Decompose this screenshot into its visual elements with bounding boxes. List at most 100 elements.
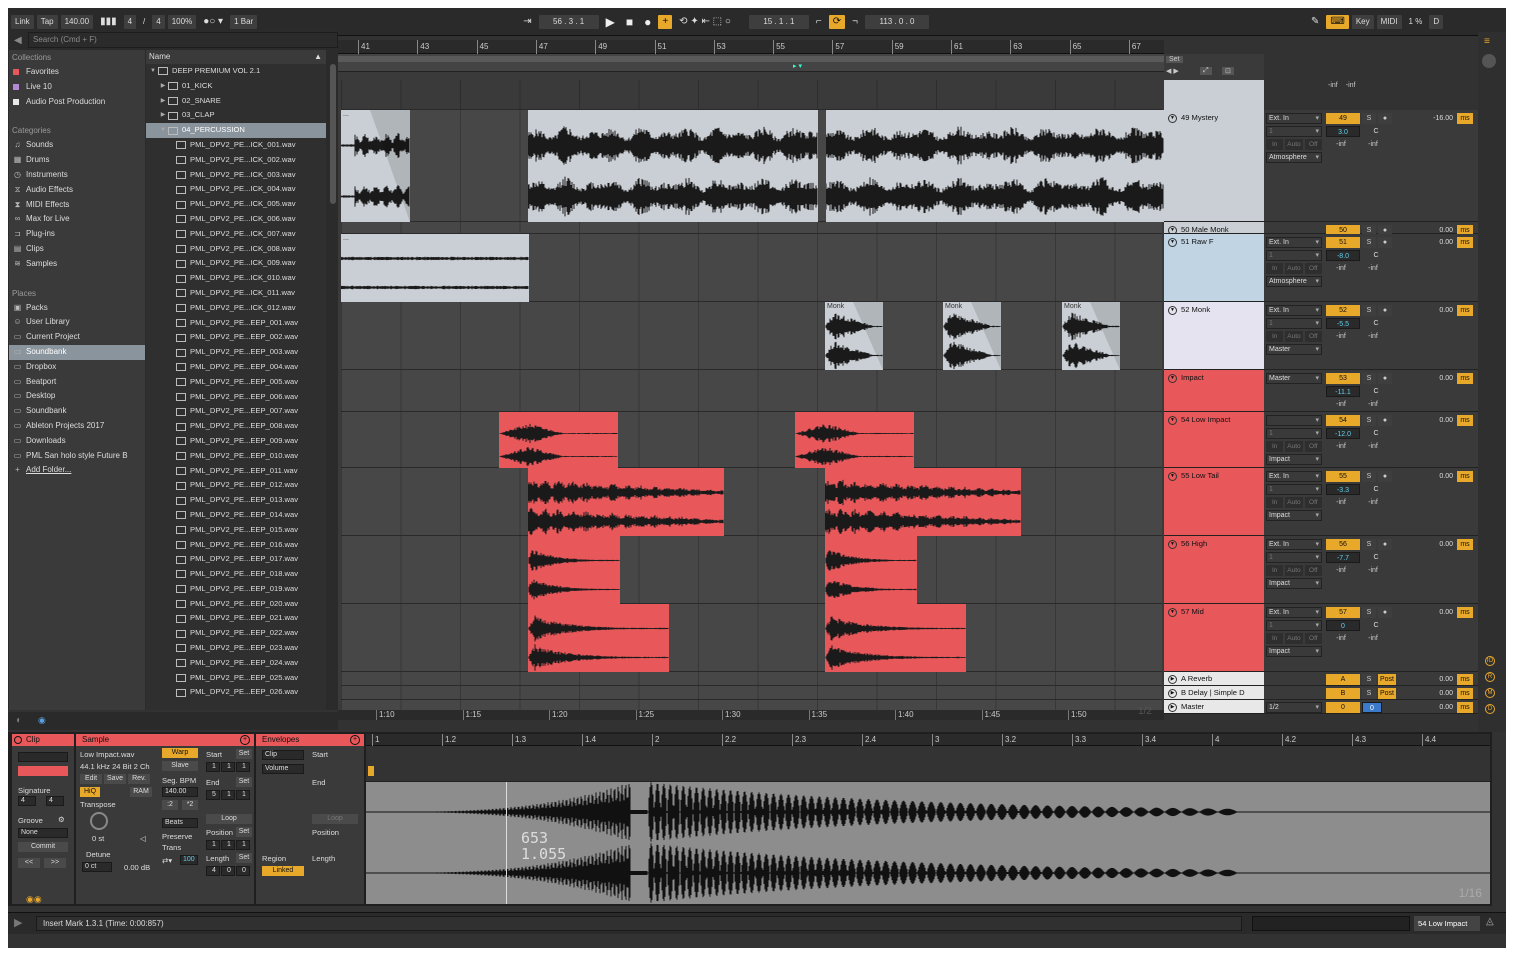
input-type-select[interactable]: Ext. In <box>1266 237 1322 248</box>
file-item[interactable]: PML_DPV2_PE...EEP_019.wav <box>146 582 326 597</box>
length-field-2[interactable]: 0 <box>236 866 250 876</box>
output-select[interactable]: Impact <box>1266 454 1322 465</box>
file-item[interactable]: PML_DPV2_PE...ICK_003.wav <box>146 168 326 183</box>
warp-mode-select[interactable]: Beats <box>162 818 198 828</box>
place-item[interactable]: ▣ Packs <box>9 301 145 316</box>
tree-folder-item[interactable]: ▼ 04_PERCUSSION <box>146 123 326 138</box>
file-item[interactable]: PML_DPV2_PE...EEP_010.wav <box>146 449 326 464</box>
pan-field[interactable]: C <box>1362 484 1390 495</box>
file-item[interactable]: PML_DPV2_PE...EEP_008.wav <box>146 419 326 434</box>
slave-button[interactable]: Slave <box>162 761 198 771</box>
arm-button-icon[interactable]: ● <box>1378 237 1392 248</box>
gain-slider-icon[interactable]: ◁ <box>140 834 146 843</box>
track-activator-button[interactable]: 49 <box>1326 113 1360 124</box>
clip-nav-left-button[interactable]: << <box>18 858 40 868</box>
envelope-control-select[interactable]: Volume <box>262 764 304 774</box>
file-item[interactable]: PML_DPV2_PE...EEP_013.wav <box>146 493 326 508</box>
clip-signature-numerator[interactable]: 4 <box>18 796 36 806</box>
envelope-device-select[interactable]: Clip <box>262 750 304 760</box>
return-activator-button[interactable]: B <box>1326 688 1360 699</box>
file-item[interactable]: PML_DPV2_PE...EEP_024.wav <box>146 656 326 671</box>
volume-field[interactable]: -8.0 <box>1326 250 1360 261</box>
audio-clip[interactable]: Monk <box>1062 302 1120 370</box>
audio-clip[interactable]: ... <box>341 234 529 302</box>
track-delay-value[interactable]: 0.00 <box>1418 373 1455 384</box>
arrangement-track-lane[interactable] <box>341 80 1162 110</box>
position-field-2[interactable]: 1 <box>236 840 250 850</box>
link-button[interactable]: Link <box>11 14 34 29</box>
fold-icon[interactable]: ▼ <box>1168 225 1177 233</box>
audio-clip[interactable] <box>795 412 914 468</box>
groove-hot-swap-icon[interactable]: ⚙ <box>58 815 65 824</box>
place-item[interactable]: ▭ Downloads <box>9 434 145 449</box>
volume-field[interactable]: -12.0 <box>1326 428 1360 439</box>
fold-icon[interactable]: ▼ <box>1168 539 1177 549</box>
zoom-fit-icon[interactable]: ⤢ <box>1200 67 1212 75</box>
track-delay-value[interactable]: 0.00 <box>1418 471 1455 482</box>
pan-field[interactable]: C <box>1362 318 1390 329</box>
loop-mode-icon[interactable]: ⇄▾ <box>162 856 172 865</box>
file-item[interactable]: PML_DPV2_PE...EEP_025.wav <box>146 671 326 686</box>
punch-in-icon[interactable]: ⌐ <box>812 15 826 29</box>
arm-button-icon[interactable]: ● <box>1378 373 1392 384</box>
zoom-field[interactable]: 100% <box>167 14 197 29</box>
audio-clip[interactable]: ... <box>341 110 410 222</box>
track-activator-button[interactable]: 54 <box>1326 415 1360 426</box>
track-header[interactable]: ▼ 52 Monk <box>1164 302 1264 370</box>
draw-mode-icon[interactable]: ✎ <box>1307 15 1323 29</box>
audio-clip[interactable]: Monk <box>943 302 1001 370</box>
track-name[interactable]: ▼ 54 Low Impact <box>1168 415 1230 425</box>
monitor-off[interactable]: Off <box>1304 497 1322 508</box>
file-item[interactable]: PML_DPV2_PE...EEP_023.wav <box>146 641 326 656</box>
loop-switch-icon[interactable]: ⟳ <box>828 14 846 29</box>
file-item[interactable]: PML_DPV2_PE...ICK_012.wav <box>146 301 326 316</box>
category-item[interactable]: ♫ Sounds <box>9 138 145 153</box>
metronome-icon[interactable]: ▮▮▮ <box>96 15 121 29</box>
audio-clip[interactable] <box>825 604 966 672</box>
mixer-section-icon[interactable]: M <box>1485 688 1495 698</box>
ram-button[interactable]: RAM <box>130 787 152 797</box>
track-name[interactable]: ▼ 56 High <box>1168 539 1207 549</box>
monitor-in[interactable]: In <box>1266 263 1284 274</box>
track-header[interactable]: ▼ 50 Male Monk <box>1164 222 1264 234</box>
return-delay-value[interactable]: 0.00 <box>1418 688 1455 699</box>
output-select[interactable]: Impact <box>1266 578 1322 589</box>
set-button[interactable]: Set <box>1166 56 1183 63</box>
half-tempo-button[interactable]: :2 <box>162 800 178 810</box>
browser-toggle-icon[interactable]: ◀ <box>14 35 22 46</box>
monitor-auto[interactable]: Auto <box>1285 497 1303 508</box>
solo-button[interactable]: S <box>1362 237 1376 248</box>
fold-icon[interactable]: ▼ <box>1168 415 1177 425</box>
audio-clip[interactable] <box>825 536 917 604</box>
start-field-0[interactable]: 1 <box>206 762 220 772</box>
place-item[interactable]: ▭ Dropbox <box>9 360 145 375</box>
overview-thumbnail[interactable] <box>1252 916 1410 931</box>
delay-unit-button[interactable]: ms <box>1457 674 1473 685</box>
collection-item[interactable]: Audio Post Production <box>9 95 145 110</box>
place-item[interactable]: ▭ Desktop <box>9 389 145 404</box>
category-item[interactable]: ⊐ Plug-ins <box>9 227 145 242</box>
track-activator-button[interactable]: 52 <box>1326 305 1360 316</box>
monitor-switch[interactable]: In Auto Off <box>1266 139 1322 150</box>
return-track-name[interactable]: ▶ B Delay | Simple D <box>1168 688 1245 698</box>
file-item[interactable]: PML_DPV2_PE...ICK_004.wav <box>146 182 326 197</box>
place-item[interactable]: ▭ Current Project <box>9 330 145 345</box>
track-activator-button[interactable]: 57 <box>1326 607 1360 618</box>
lock-icon[interactable]: ⊡ <box>1222 67 1234 75</box>
file-item[interactable]: PML_DPV2_PE...EEP_006.wav <box>146 390 326 405</box>
input-type-select[interactable]: Master <box>1266 373 1322 384</box>
transpose-knob[interactable] <box>90 812 108 830</box>
monitor-auto[interactable]: Auto <box>1285 139 1303 150</box>
clip-color-chooser[interactable] <box>18 766 68 776</box>
key-map-button[interactable]: Key <box>1351 14 1374 29</box>
arrangement-track-lane[interactable] <box>341 536 1162 604</box>
file-item[interactable]: PML_DPV2_PE...ICK_011.wav <box>146 286 326 301</box>
monitor-in[interactable]: In <box>1266 633 1284 644</box>
track-delay-value[interactable]: 0.00 <box>1418 237 1455 248</box>
triangle-right-icon[interactable]: ▶ <box>158 94 168 109</box>
solo-button[interactable]: S <box>1362 471 1376 482</box>
arrangement-track-lane[interactable] <box>341 302 1162 370</box>
track-activator-button[interactable]: 56 <box>1326 539 1360 550</box>
hiq-button[interactable]: HiQ <box>80 787 100 797</box>
volume-field[interactable]: -3.3 <box>1326 484 1360 495</box>
